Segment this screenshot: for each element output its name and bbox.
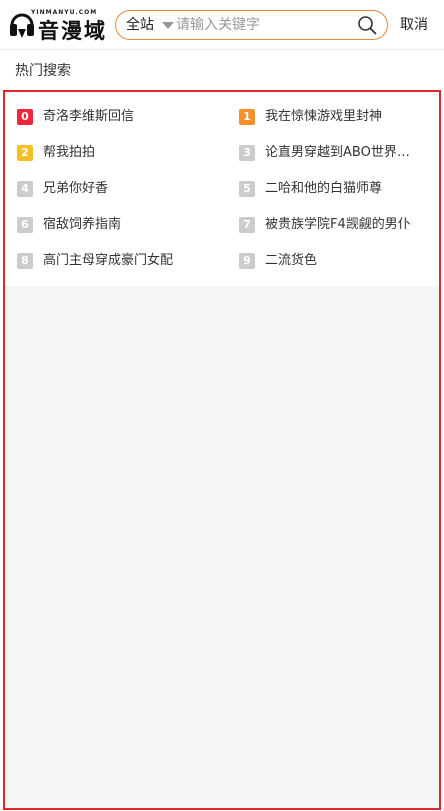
hot-search-label: 二流货色 — [265, 253, 318, 268]
hot-search-label: 我在惊悚游戏里封神 — [265, 109, 383, 124]
search-input[interactable] — [176, 11, 356, 39]
search-bar: 全站 — [115, 10, 388, 40]
rank-badge: 0 — [17, 109, 33, 125]
search-scope-select[interactable]: 全站 — [126, 11, 154, 39]
hot-search-label: 宿敌饲养指南 — [43, 217, 122, 232]
rank-badge: 5 — [239, 181, 255, 197]
search-icon[interactable] — [357, 15, 377, 35]
hot-search-label: 帮我拍拍 — [43, 145, 96, 160]
hot-search-item[interactable]: 5 二哈和他的白猫师尊 — [239, 178, 437, 200]
cancel-button[interactable]: 取消 — [400, 0, 428, 50]
hot-search-item[interactable]: 0 奇洛李维斯回信 — [17, 106, 215, 128]
rank-badge: 6 — [17, 217, 33, 233]
hot-search-list: 0 奇洛李维斯回信 1 我在惊悚游戏里封神 2 帮我拍拍 3 论直男穿越到ABO世界… 4 兄弟你… — [5, 92, 439, 286]
hot-search-label: 奇洛李维斯回信 — [43, 109, 135, 124]
rank-badge: 1 — [239, 109, 255, 125]
hot-search-item[interactable]: 4 兄弟你好香 — [17, 178, 215, 200]
logo-text: 音漫域 — [38, 19, 107, 43]
hot-search-item[interactable]: 8 高门主母穿成豪门女配 — [17, 250, 215, 272]
hot-search-label: 被贵族学院F4觊觎的男仆 — [265, 217, 411, 232]
rank-badge: 3 — [239, 145, 255, 161]
site-logo[interactable]: YINMANYU.COM 音漫域 — [9, 6, 109, 44]
rank-badge: 4 — [17, 181, 33, 197]
header: YINMANYU.COM 音漫域 全站 取消 — [0, 0, 444, 50]
hot-search-label: 高门主母穿成豪门女配 — [43, 253, 174, 268]
hot-search-item[interactable]: 9 二流货色 — [239, 250, 437, 272]
rank-badge: 2 — [17, 145, 33, 161]
hot-search-label: 兄弟你好香 — [43, 181, 109, 196]
rank-badge: 7 — [239, 217, 255, 233]
hot-search-title: 热门搜索 — [15, 63, 71, 79]
hot-search-item[interactable]: 1 我在惊悚游戏里封神 — [239, 106, 437, 128]
hot-search-item[interactable]: 3 论直男穿越到ABO世界… — [239, 142, 437, 164]
rank-badge: 8 — [17, 253, 33, 269]
hot-search-item[interactable]: 2 帮我拍拍 — [17, 142, 215, 164]
rank-badge: 9 — [239, 253, 255, 269]
hot-search-label: 二哈和他的白猫师尊 — [265, 181, 383, 196]
hot-search-label: 论直男穿越到ABO世界… — [265, 145, 410, 160]
hot-search-item[interactable]: 6 宿敌饲养指南 — [17, 214, 215, 236]
dropdown-arrow-icon[interactable] — [162, 22, 174, 29]
hot-search-panel: 0 奇洛李维斯回信 1 我在惊悚游戏里封神 2 帮我拍拍 3 论直男穿越到ABO世界… 4 兄弟你… — [3, 90, 441, 810]
hot-search-item[interactable]: 7 被贵族学院F4觊觎的男仆 — [239, 214, 437, 236]
